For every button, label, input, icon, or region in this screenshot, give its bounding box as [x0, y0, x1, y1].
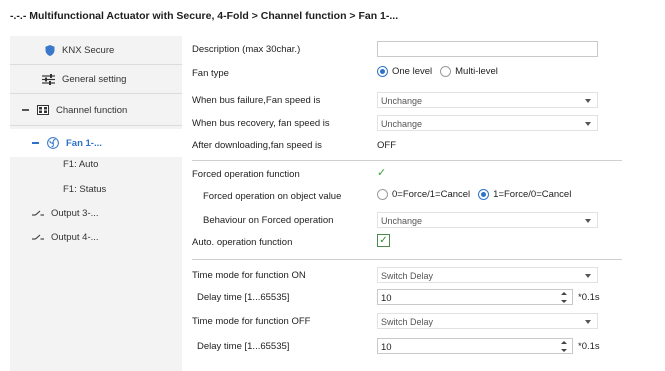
bus-failure-select[interactable]: Unchange [377, 92, 598, 108]
chevron-down-icon [585, 274, 591, 278]
switch-icon [32, 234, 44, 241]
param-auto-function: Auto. operation function ✓ [183, 232, 665, 254]
delay-on-stepper[interactable]: 10 [377, 289, 573, 305]
radio-label: 1=Force/0=Cancel [493, 189, 572, 200]
sidebar-item-f1-status[interactable]: F1: Status [10, 177, 182, 201]
sliders-icon [42, 73, 55, 85]
param-label: Delay time [1...65535] [197, 292, 290, 303]
chevron-down-icon [585, 99, 591, 103]
radio-multi-level[interactable]: Multi-level [440, 66, 498, 77]
param-label: Auto. operation function [192, 237, 293, 248]
sidebar-item-label: General setting [62, 73, 127, 85]
sidebar-item-general-setting[interactable]: General setting [10, 65, 182, 93]
select-value: Unchange [381, 216, 423, 226]
forced-behaviour-select[interactable]: Unchange [377, 212, 598, 228]
param-label: Time mode for function OFF [192, 316, 311, 327]
radio-unselected-icon[interactable] [440, 66, 452, 77]
time-on-select[interactable]: Switch Delay [377, 267, 598, 283]
unit-label: *0.1s [578, 341, 600, 352]
description-input[interactable] [377, 41, 598, 57]
param-bus-failure: When bus failure,Fan speed is Unchange [183, 90, 665, 112]
param-forced-behaviour: Behaviour on Forced operation Unchange [183, 210, 665, 232]
param-label: Fan type [192, 68, 229, 79]
stepper-arrows-icon[interactable] [561, 292, 567, 303]
radio-label: One level [392, 66, 433, 77]
shield-icon [45, 44, 55, 56]
param-forced-function: Forced operation function ✓ [183, 164, 665, 186]
radio-selected-icon[interactable] [377, 66, 388, 77]
divider [10, 93, 182, 94]
param-label: Time mode for function ON [192, 270, 306, 281]
stepper-arrows-icon[interactable] [561, 341, 567, 352]
switch-icon [32, 210, 44, 217]
param-label: When bus recovery, fan speed is [192, 118, 330, 129]
radio-force-0[interactable]: 0=Force/1=Cancel [377, 189, 470, 200]
time-off-select[interactable]: Switch Delay [377, 313, 598, 329]
fan-icon [47, 137, 59, 149]
divider [192, 160, 622, 161]
param-label: Description (max 30char.) [192, 44, 301, 55]
after-download-value: OFF [377, 140, 396, 151]
breadcrumb: -.-.- Multifunctional Actuator with Secu… [10, 10, 399, 22]
radio-label: 0=Force/1=Cancel [392, 189, 471, 200]
param-label: Forced operation on object value [203, 191, 342, 202]
bus-recovery-select[interactable]: Unchange [377, 115, 598, 131]
sidebar-item-output-3[interactable]: Output 3-... [10, 201, 182, 225]
sidebar-item-label: KNX Secure [62, 44, 115, 56]
grid-icon [37, 105, 49, 115]
stepper-value: 10 [381, 293, 392, 304]
param-delay-on: Delay time [1...65535] 10 *0.1s [183, 287, 665, 309]
parameter-panel: Description (max 30char.) Fan type One l… [183, 36, 665, 371]
chevron-down-icon [585, 320, 591, 324]
param-after-download: After downloading,fan speed is OFF [183, 135, 665, 157]
radio-selected-icon[interactable] [478, 189, 490, 200]
param-description: Description (max 30char.) [183, 39, 665, 61]
sidebar-item-label: Channel function [56, 104, 128, 116]
param-forced-value: Forced operation on object value 0=Force… [183, 186, 665, 208]
param-label: After downloading,fan speed is [192, 140, 322, 151]
radio-label: Multi-level [455, 66, 498, 77]
collapse-icon[interactable] [22, 109, 29, 111]
auto-function-checkbox[interactable]: ✓ [377, 234, 390, 247]
sidebar-item-label: Output 4-... [51, 231, 99, 243]
param-label: Delay time [1...65535] [197, 341, 290, 352]
sidebar-item-knx-secure[interactable]: KNX Secure [10, 36, 182, 64]
divider [10, 125, 182, 126]
collapse-icon[interactable] [32, 142, 39, 144]
chevron-down-icon [585, 122, 591, 126]
param-label: Behaviour on Forced operation [203, 215, 334, 226]
param-time-off: Time mode for function OFF Switch Delay [183, 311, 665, 333]
sidebar-item-channel-function[interactable]: Channel function [10, 96, 182, 124]
radio-one-level[interactable]: One level [377, 66, 432, 77]
radio-unselected-icon[interactable] [377, 189, 388, 200]
sidebar-item-output-4[interactable]: Output 4-... [10, 225, 182, 249]
stepper-value: 10 [381, 342, 392, 353]
sidebar: KNX Secure General setting Channel funct… [10, 36, 182, 371]
radio-force-1[interactable]: 1=Force/0=Cancel [478, 189, 571, 200]
check-icon[interactable]: ✓ [377, 166, 386, 180]
param-label: When bus failure,Fan speed is [192, 95, 321, 106]
select-value: Switch Delay [381, 317, 434, 327]
divider [192, 259, 622, 260]
chevron-down-icon [585, 219, 591, 223]
param-fan-type: Fan type One level Multi-level [183, 63, 665, 85]
param-label: Forced operation function [192, 169, 300, 180]
sidebar-item-label: F1: Status [63, 183, 107, 195]
sidebar-item-label: F1: Auto [63, 158, 99, 170]
select-value: Switch Delay [381, 271, 434, 281]
param-time-on: Time mode for function ON Switch Delay [183, 265, 665, 287]
unit-label: *0.1s [578, 292, 600, 303]
sidebar-item-label: Output 3-... [51, 207, 99, 219]
select-value: Unchange [381, 96, 423, 106]
sidebar-item-f1-auto[interactable]: F1: Auto [10, 152, 182, 176]
sidebar-item-label: Fan 1-... [66, 137, 102, 149]
param-delay-off: Delay time [1...65535] 10 *0.1s [183, 336, 665, 358]
select-value: Unchange [381, 119, 423, 129]
check-icon: ✓ [379, 235, 388, 246]
param-bus-recovery: When bus recovery, fan speed is Unchange [183, 113, 665, 135]
delay-off-stepper[interactable]: 10 [377, 338, 573, 354]
